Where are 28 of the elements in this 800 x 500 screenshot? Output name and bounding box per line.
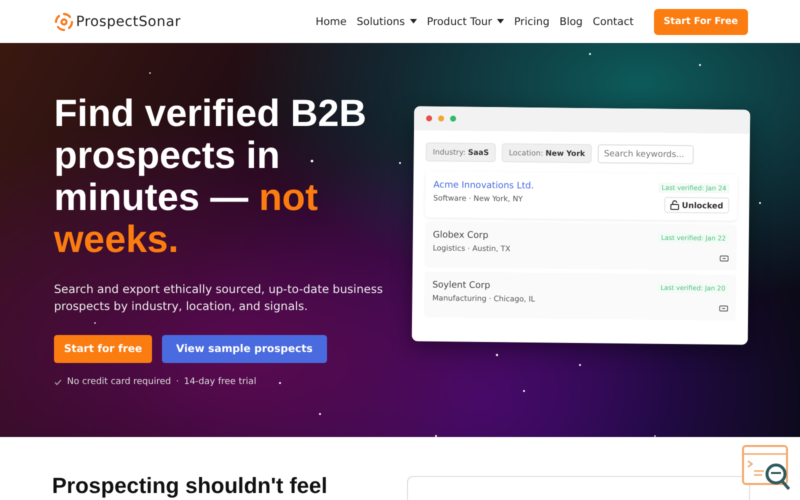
company-name: Acme Innovations Ltd.: [433, 180, 534, 192]
company-name: Globex Corp: [432, 230, 490, 242]
window-dot-icon: [438, 116, 444, 122]
separator-dot: ·: [176, 377, 179, 387]
chat-widget-icon: [742, 445, 792, 491]
locked-icon: [720, 255, 729, 262]
nav-link[interactable]: Contact: [592, 16, 634, 28]
hero-subtitle: Search and export ethically sourced, up-to-date business prospects by industry, location, and signals.: [54, 281, 384, 315]
nav-link[interactable]: Solutions: [356, 16, 417, 28]
logo-icon: [54, 12, 74, 32]
lock-icon: [670, 200, 679, 210]
window-dot-icon: [450, 116, 456, 122]
nav-link[interactable]: Home: [316, 16, 347, 28]
nav-link[interactable]: Blog: [560, 16, 583, 28]
unlocked-button[interactable]: Unlocked: [664, 196, 730, 214]
locked-icon: [719, 305, 728, 312]
nav-link[interactable]: Product Tour: [426, 16, 504, 28]
section-heading: Prospecting shouldn't feel: [52, 473, 328, 500]
company-name: Soylent Corp: [432, 280, 492, 292]
brand-name[interactable]: ProspectSonar: [76, 14, 181, 30]
note-text: No credit card required: [67, 377, 171, 387]
sample-button[interactable]: View sample prospects: [162, 335, 327, 363]
note-text: 14-day free trial: [184, 377, 256, 387]
window-dot-icon: [426, 115, 432, 122]
headline: Find verified B2B prospects in minutes — not weeks.: [54, 93, 368, 261]
nav-link[interactable]: Pricing: [514, 16, 550, 28]
search-field[interactable]: Search keywords...: [598, 144, 694, 164]
check-icon: [54, 378, 62, 386]
